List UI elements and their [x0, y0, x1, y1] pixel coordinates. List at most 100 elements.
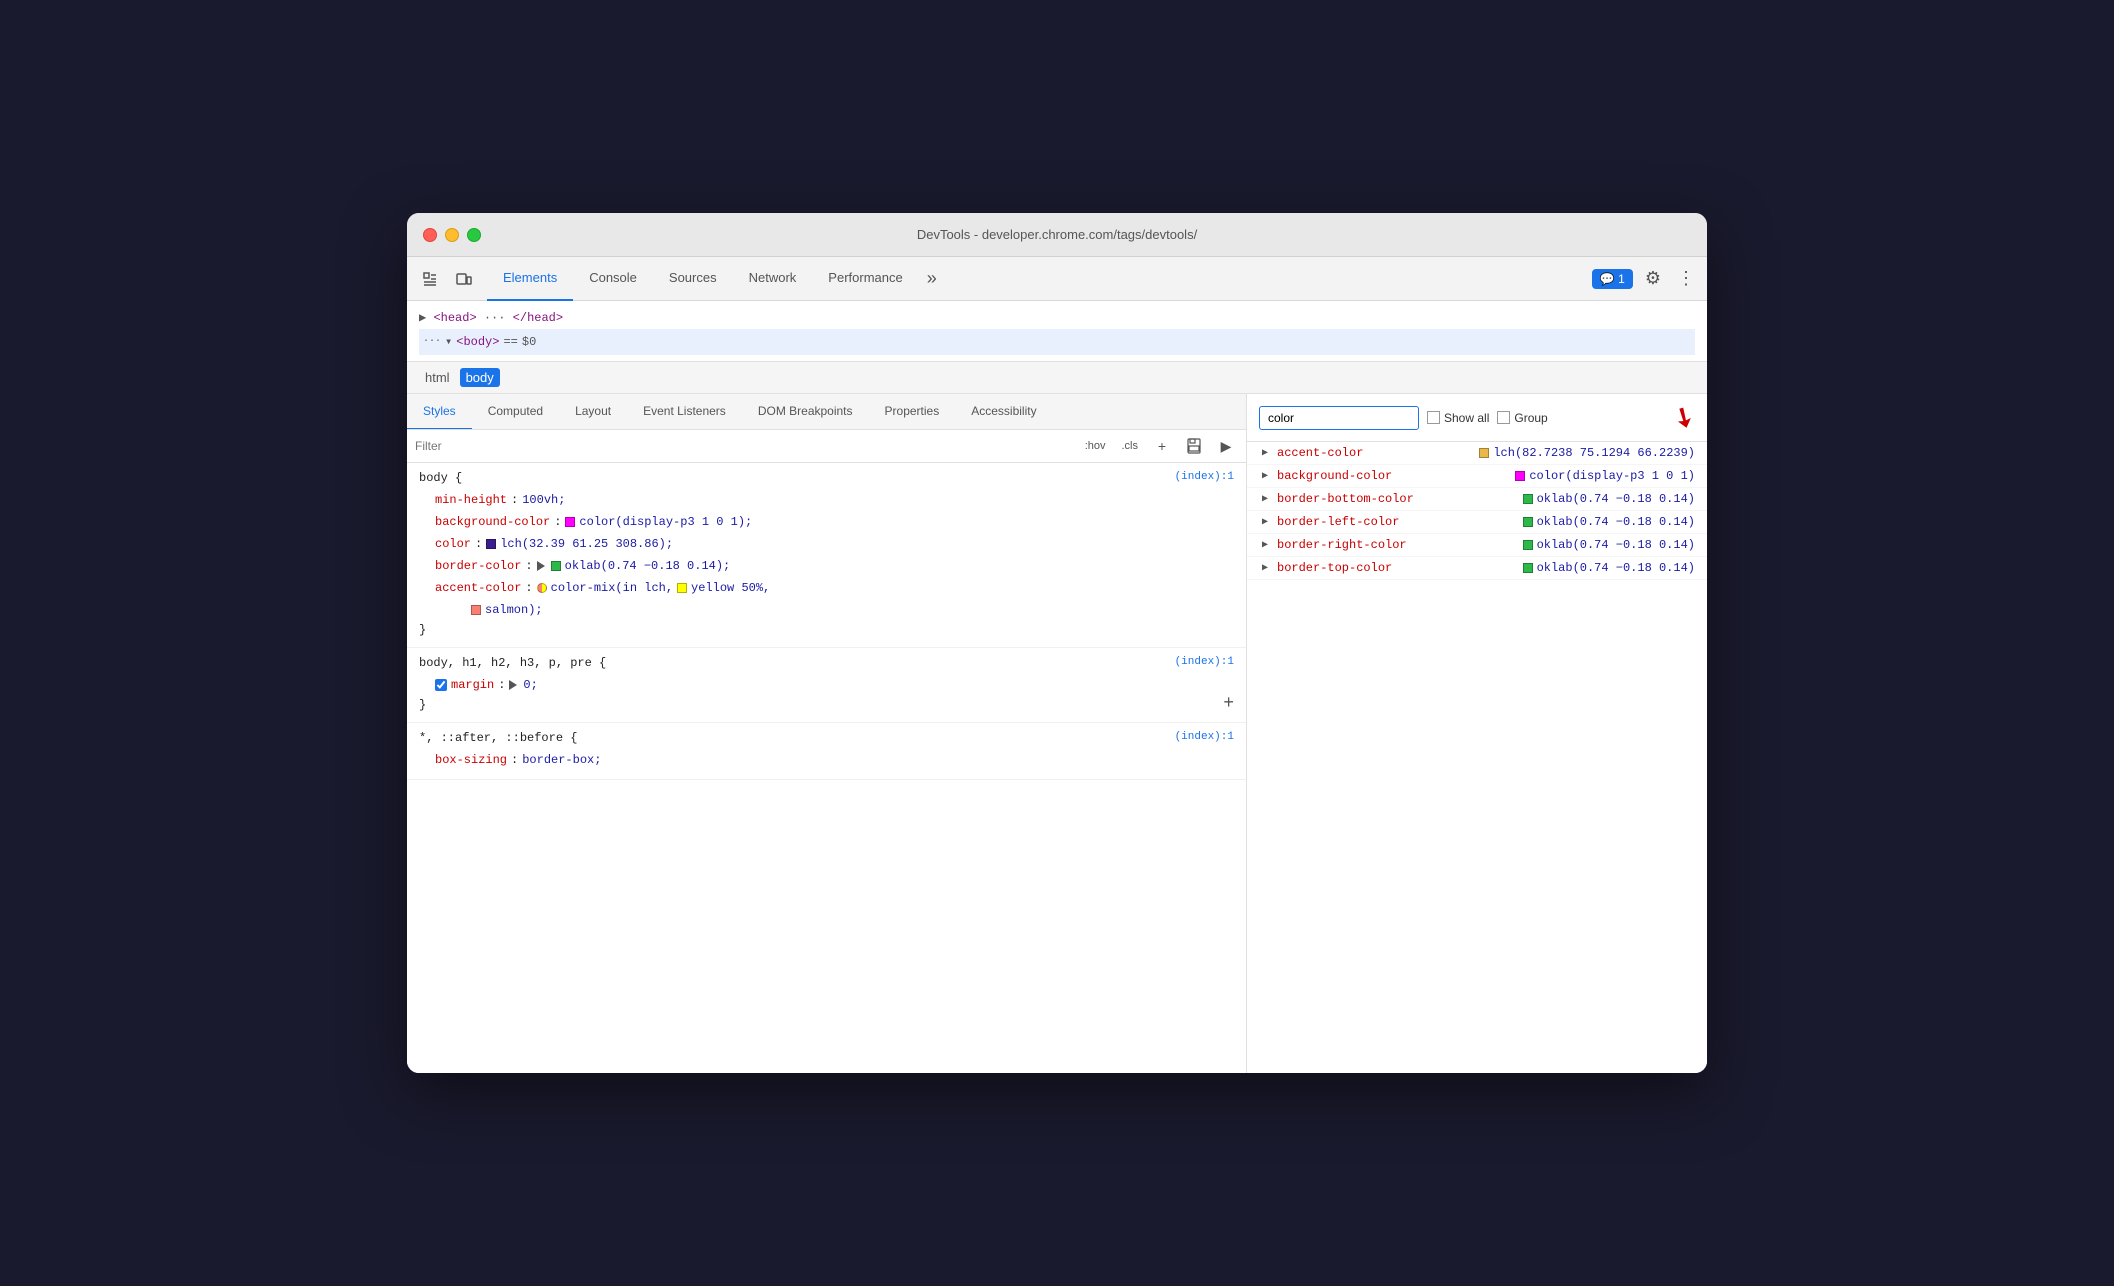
breadcrumb-body[interactable]: body — [460, 368, 500, 387]
computed-item-accent-color[interactable]: ▶ accent-color lch(82.7238 75.1294 66.22… — [1247, 442, 1707, 465]
css-rule-body-headings: body, h1, h2, h3, p, pre { (index):1 mar… — [407, 648, 1246, 723]
hov-button[interactable]: :hov — [1081, 438, 1110, 454]
tab-dom-breakpoints[interactable]: DOM Breakpoints — [742, 394, 869, 430]
css-rule-universal: *, ::after, ::before { (index):1 box-siz… — [407, 723, 1246, 780]
computed-item-border-right-color[interactable]: ▶ border-right-color oklab(0.74 −0.18 0.… — [1247, 534, 1707, 557]
more-options-button[interactable]: ⋮ — [1673, 264, 1699, 293]
css-file-link-3[interactable]: (index):1 — [1175, 731, 1234, 743]
toolbar-right: 💬 1 ⚙ ⋮ — [1592, 264, 1699, 293]
expand-border-bottom-color[interactable]: ▶ — [1259, 493, 1271, 505]
add-property-button[interactable]: + — [1223, 694, 1234, 714]
accent-color-computed-swatch[interactable] — [1479, 448, 1489, 458]
tab-network[interactable]: Network — [733, 257, 813, 301]
margin-expand[interactable] — [509, 680, 517, 690]
group-label[interactable]: Group — [1497, 411, 1547, 425]
dom-head-line: ▶ <head> ··· </head> — [419, 307, 1695, 329]
play-style-button[interactable]: ▶ — [1214, 434, 1238, 458]
css-rule-header-3: *, ::after, ::before { (index):1 — [419, 731, 1234, 745]
inspect-element-button[interactable] — [415, 264, 445, 294]
css-rules-panel: body { (index):1 min-height : 100vh; bac… — [407, 463, 1246, 1073]
css-property-margin: margin : 0; — [419, 674, 1234, 696]
salmon-swatch[interactable] — [471, 605, 481, 615]
accent-color-swatch[interactable] — [537, 583, 547, 593]
computed-item-border-top-color[interactable]: ▶ border-top-color oklab(0.74 −0.18 0.14… — [1247, 557, 1707, 580]
expand-border-right-color[interactable]: ▶ — [1259, 539, 1271, 551]
css-property-background-color: background-color : color(display-p3 1 0 … — [419, 511, 1234, 533]
css-selector-2: body, h1, h2, h3, p, pre { — [419, 656, 606, 670]
maximize-button[interactable] — [467, 228, 481, 242]
expand-accent-color[interactable]: ▶ — [1259, 447, 1271, 459]
right-panel: Show all Group ➘ ▶ ac — [1247, 394, 1707, 1073]
border-bottom-color-swatch[interactable] — [1523, 494, 1533, 504]
border-color-expand[interactable] — [537, 561, 545, 571]
breadcrumb: html body — [407, 362, 1707, 394]
minimize-button[interactable] — [445, 228, 459, 242]
css-selector-3: *, ::after, ::before { — [419, 731, 577, 745]
background-color-computed-swatch[interactable] — [1515, 471, 1525, 481]
main-tabs: Elements Console Sources Network Perform… — [487, 257, 945, 300]
show-all-checkbox[interactable] — [1427, 411, 1440, 424]
css-property-min-height: min-height : 100vh; — [419, 489, 1234, 511]
tab-elements[interactable]: Elements — [487, 257, 573, 301]
close-button[interactable] — [423, 228, 437, 242]
color-swatch[interactable] — [486, 539, 496, 549]
left-panel: Styles Computed Layout Event Listeners D… — [407, 394, 1247, 1073]
css-rule-body: body { (index):1 min-height : 100vh; bac… — [407, 463, 1246, 648]
tab-properties[interactable]: Properties — [869, 394, 956, 430]
cls-button[interactable]: .cls — [1118, 438, 1143, 454]
css-rule-closing-2: } — [419, 696, 1234, 714]
tab-console[interactable]: Console — [573, 257, 653, 301]
title-bar: DevTools - developer.chrome.com/tags/dev… — [407, 213, 1707, 257]
tab-computed[interactable]: Computed — [472, 394, 559, 430]
expand-background-color[interactable]: ▶ — [1259, 470, 1271, 482]
top-toolbar: Elements Console Sources Network Perform… — [407, 257, 1707, 301]
expand-border-left-color[interactable]: ▶ — [1259, 516, 1271, 528]
border-left-color-swatch[interactable] — [1523, 517, 1533, 527]
background-color-swatch[interactable] — [565, 517, 575, 527]
yellow-swatch[interactable] — [677, 583, 687, 593]
css-file-link-2[interactable]: (index):1 — [1175, 656, 1234, 668]
tab-layout[interactable]: Layout — [559, 394, 627, 430]
save-style-button[interactable] — [1182, 434, 1206, 458]
add-style-button[interactable]: + — [1150, 434, 1174, 458]
group-checkbox[interactable] — [1497, 411, 1510, 424]
settings-button[interactable]: ⚙ — [1641, 264, 1665, 293]
css-file-link[interactable]: (index):1 — [1175, 471, 1234, 483]
css-rule-header-2: body, h1, h2, h3, p, pre { (index):1 — [419, 656, 1234, 670]
computed-search-input[interactable] — [1259, 406, 1419, 430]
tab-styles[interactable]: Styles — [407, 394, 472, 430]
tab-accessibility[interactable]: Accessibility — [955, 394, 1052, 430]
computed-item-border-left-color[interactable]: ▶ border-left-color oklab(0.74 −0.18 0.1… — [1247, 511, 1707, 534]
traffic-lights — [423, 228, 481, 242]
css-property-border-color: border-color : oklab(0.74 −0.18 0.14); ➘ — [419, 555, 1234, 577]
expand-border-top-color[interactable]: ▶ — [1259, 562, 1271, 574]
main-content: Styles Computed Layout Event Listeners D… — [407, 394, 1707, 1073]
tab-sources[interactable]: Sources — [653, 257, 733, 301]
show-all-label[interactable]: Show all — [1427, 411, 1489, 425]
tab-event-listeners[interactable]: Event Listeners — [627, 394, 742, 430]
chat-badge[interactable]: 💬 1 — [1592, 269, 1633, 289]
devtools-panel: Elements Console Sources Network Perform… — [407, 257, 1707, 1073]
annotation-area: ➘ — [1673, 402, 1695, 433]
border-top-color-swatch[interactable] — [1523, 563, 1533, 573]
border-color-swatch[interactable] — [551, 561, 561, 571]
dom-body-line[interactable]: ··· ▾ <body> == $0 — [419, 329, 1695, 355]
css-property-accent-color-2: salmon); — [419, 599, 1234, 621]
tab-performance[interactable]: Performance — [812, 257, 918, 301]
more-tabs-button[interactable]: » — [919, 268, 945, 289]
filter-input[interactable] — [415, 439, 1073, 453]
filter-bar: :hov .cls + ▶ — [407, 430, 1246, 463]
css-property-box-sizing: box-sizing : border-box; — [419, 749, 1234, 771]
margin-checkbox[interactable] — [435, 679, 447, 691]
dom-area: ▶ <head> ··· </head> ··· ▾ <body> == $0 — [407, 301, 1707, 362]
css-property-accent-color: accent-color : color-mix(in lch, yellow … — [419, 577, 1234, 599]
css-selector: body { — [419, 471, 462, 485]
css-rule-closing-1: } — [419, 621, 1234, 639]
device-toggle-button[interactable] — [449, 264, 479, 294]
devtools-window: DevTools - developer.chrome.com/tags/dev… — [407, 213, 1707, 1073]
border-right-color-swatch[interactable] — [1523, 540, 1533, 550]
breadcrumb-html[interactable]: html — [419, 368, 456, 387]
computed-item-background-color[interactable]: ▶ background-color color(display-p3 1 0 … — [1247, 465, 1707, 488]
computed-list: ▶ accent-color lch(82.7238 75.1294 66.22… — [1247, 442, 1707, 1073]
computed-item-border-bottom-color[interactable]: ▶ border-bottom-color oklab(0.74 −0.18 0… — [1247, 488, 1707, 511]
